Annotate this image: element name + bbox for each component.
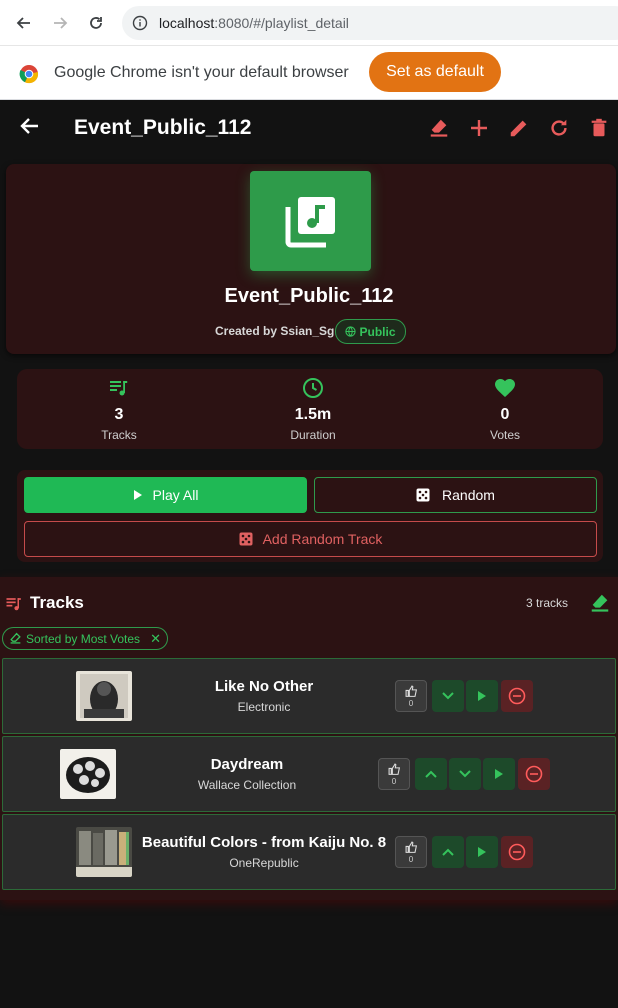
stat-value: 1.5m xyxy=(294,406,332,423)
play-track-button[interactable] xyxy=(466,836,498,868)
add-icon[interactable] xyxy=(467,116,491,140)
dice-icon xyxy=(239,532,253,546)
stat-votes: 0 Votes xyxy=(445,376,565,442)
browser-back-icon[interactable] xyxy=(12,11,36,35)
move-down-button[interactable] xyxy=(449,758,481,790)
heart-icon xyxy=(493,376,517,400)
creator-text: Created by Ssian_Sg xyxy=(215,324,335,338)
vote-count: 0 xyxy=(408,699,414,708)
tracks-heading: Tracks xyxy=(30,593,84,612)
move-up-button[interactable] xyxy=(415,758,447,790)
visibility-badge: Public xyxy=(335,319,406,344)
remove-circle-icon xyxy=(525,765,543,783)
stat-label: Duration xyxy=(290,428,336,442)
move-up-button[interactable] xyxy=(432,836,464,868)
play-all-label: Play All xyxy=(152,487,199,503)
thumb-up-icon xyxy=(405,841,418,853)
sort-icon[interactable] xyxy=(427,116,451,140)
chrome-logo-icon xyxy=(19,64,39,84)
chevron-down-icon xyxy=(442,692,454,700)
vote-button[interactable]: 0 xyxy=(378,758,410,790)
url-text[interactable]: localhost:8080/#/playlist_detail xyxy=(159,15,349,31)
remove-track-button[interactable] xyxy=(501,836,533,868)
random-button[interactable]: Random xyxy=(314,477,597,513)
queue-music-icon xyxy=(107,376,131,400)
sort-chip-label: Sorted by Most Votes xyxy=(26,631,141,646)
add-random-track-button[interactable]: Add Random Track xyxy=(24,521,597,557)
remove-track-button[interactable] xyxy=(501,680,533,712)
sort-icon xyxy=(10,632,21,644)
browser-reload-icon[interactable] xyxy=(84,11,108,35)
chevron-up-icon xyxy=(425,770,437,778)
thumb-up-icon xyxy=(405,685,418,697)
set-default-button[interactable]: Set as default xyxy=(369,52,501,92)
move-down-button[interactable] xyxy=(432,680,464,712)
track-artist: Electronic xyxy=(237,700,291,714)
remove-track-button[interactable] xyxy=(518,758,550,790)
edit-icon[interactable] xyxy=(507,116,531,140)
vote-count: 0 xyxy=(391,777,397,786)
track-artist: Wallace Collection xyxy=(197,778,297,792)
delete-icon[interactable] xyxy=(587,116,611,140)
vote-button[interactable]: 0 xyxy=(395,836,427,868)
album-art xyxy=(76,827,132,877)
track-title: Daydream xyxy=(210,756,284,773)
clock-icon xyxy=(301,376,325,400)
album-art xyxy=(76,671,132,721)
refresh-icon[interactable] xyxy=(547,116,571,140)
vote-button[interactable]: 0 xyxy=(395,680,427,712)
stat-value: 3 xyxy=(114,406,124,423)
play-all-button[interactable]: Play All xyxy=(24,477,307,513)
globe-icon xyxy=(345,326,357,337)
address-bar[interactable]: localhost:8080/#/playlist_detail xyxy=(122,6,618,40)
library-music-icon xyxy=(285,197,335,248)
queue-music-icon xyxy=(4,594,24,614)
album-art xyxy=(60,749,116,799)
remove-circle-icon xyxy=(508,843,526,861)
play-track-button[interactable] xyxy=(466,680,498,712)
stat-duration: 1.5m Duration xyxy=(253,376,373,442)
play-icon xyxy=(133,490,142,500)
play-icon xyxy=(478,847,486,857)
back-arrow-icon[interactable] xyxy=(18,114,42,138)
track-count: 3 tracks xyxy=(526,596,569,610)
track-title: Like No Other xyxy=(214,678,314,695)
page-title: Event_Public_112 xyxy=(74,116,252,139)
vote-count: 0 xyxy=(408,855,414,864)
infobar-message: Google Chrome isn't your default browser xyxy=(54,64,349,81)
stat-value: 0 xyxy=(500,406,510,423)
play-track-button[interactable] xyxy=(483,758,515,790)
site-info-icon[interactable] xyxy=(132,15,148,31)
sort-icon[interactable] xyxy=(589,592,611,614)
add-random-label: Add Random Track xyxy=(262,531,383,547)
close-icon[interactable]: ✕ xyxy=(150,631,161,647)
stat-label: Votes xyxy=(489,428,521,442)
thumb-up-icon xyxy=(388,763,401,775)
play-icon xyxy=(478,691,486,701)
playlist-name: Event_Public_112 xyxy=(224,285,394,307)
random-label: Random xyxy=(442,487,495,503)
stat-tracks: 3 Tracks xyxy=(59,376,179,442)
playlist-cover xyxy=(250,171,371,271)
chevron-down-icon xyxy=(459,770,471,778)
remove-circle-icon xyxy=(508,687,526,705)
stat-label: Tracks xyxy=(101,428,137,442)
play-icon xyxy=(495,769,503,779)
chevron-up-icon xyxy=(442,848,454,856)
browser-forward-icon[interactable] xyxy=(48,11,72,35)
track-artist: OneRepublic xyxy=(229,856,299,870)
dice-icon xyxy=(416,488,430,502)
sort-chip[interactable]: Sorted by Most Votes ✕ xyxy=(2,627,168,650)
visibility-label: Public xyxy=(359,324,396,339)
track-title: Beautiful Colors - from Kaiju No. 8 xyxy=(141,834,387,851)
